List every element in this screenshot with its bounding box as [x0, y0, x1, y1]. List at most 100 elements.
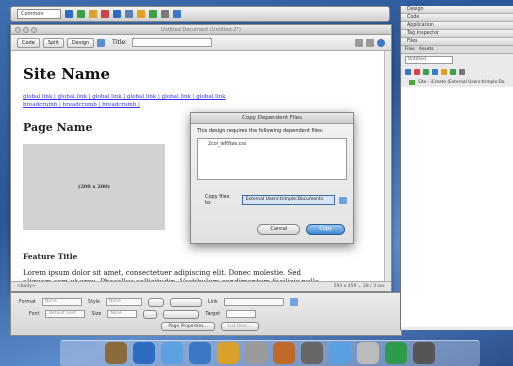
bold-italic-buttons[interactable] [147, 297, 164, 307]
dashboard-app-icon[interactable] [133, 342, 155, 364]
document-scrollbar[interactable] [384, 51, 391, 281]
font-select[interactable]: Default Font [45, 310, 86, 318]
global-nav-links[interactable]: global link | global link | global link … [23, 93, 323, 109]
text-color-swatch[interactable] [143, 309, 158, 319]
iphoto-app-icon[interactable] [273, 342, 295, 364]
refresh-files-icon[interactable] [414, 69, 420, 75]
named-anchor-icon[interactable] [89, 10, 97, 18]
style-label: Style [87, 299, 100, 305]
image-placeholder[interactable]: (200 x 200) [23, 144, 165, 230]
dreamweaver-app-icon[interactable] [385, 342, 407, 364]
site-root-item[interactable]: Site - iCreate (External Users:trimple:D… [401, 80, 513, 85]
insert-category-select[interactable]: Common [17, 9, 61, 19]
tab-files[interactable]: Files [405, 46, 415, 53]
image-icon[interactable] [125, 10, 133, 18]
trash-icon[interactable] [413, 342, 435, 364]
point-to-file-icon[interactable] [289, 298, 298, 306]
feature-title-heading: Feature Title [23, 252, 78, 261]
browse-folder-icon[interactable] [339, 196, 347, 204]
tab-assets[interactable]: Assets [419, 46, 434, 53]
get-files-icon[interactable] [423, 69, 429, 75]
hyperlink-icon[interactable] [65, 10, 73, 18]
link-label: Link [207, 299, 218, 305]
dialog-title: Copy Dependent Files [191, 113, 353, 124]
breadcrumb-links-line[interactable]: breadcrumb | breadcrumb | breadcrumb | [23, 101, 323, 109]
zoom-window-button[interactable] [31, 27, 37, 33]
list-item-button[interactable]: List Item... [220, 321, 259, 331]
dependent-file-item[interactable]: 2col_leftNav.css [208, 142, 336, 147]
page-properties-button[interactable]: Page Properties... [161, 321, 215, 331]
format-select[interactable]: None [41, 298, 82, 306]
image-placeholder-label: (200 x 200) [77, 184, 111, 190]
dialog-message: This design requires the following depen… [197, 128, 324, 134]
safari-app-icon[interactable] [189, 342, 211, 364]
window-size-readout: 593 x 459 ⌄ 28 / 3 sec [333, 284, 385, 289]
files-tree[interactable] [401, 87, 513, 327]
font-label: Font [29, 311, 40, 317]
put-files-icon[interactable] [432, 69, 438, 75]
panel-files[interactable]: Files [401, 38, 513, 46]
check-out-icon[interactable] [441, 69, 447, 75]
date-icon[interactable] [149, 10, 157, 18]
panel-design[interactable]: Design [401, 6, 513, 14]
size-select[interactable]: None [107, 310, 138, 318]
layer-icon[interactable] [113, 10, 121, 18]
site-folder-icon [409, 80, 415, 85]
live-view-icon[interactable] [97, 38, 106, 47]
code-view-button[interactable]: Code [17, 37, 40, 48]
check-in-icon[interactable] [450, 69, 456, 75]
system-preferences-app-icon[interactable] [357, 342, 379, 364]
preview-icon[interactable] [366, 38, 374, 47]
finder-app-icon[interactable] [105, 342, 127, 364]
props-row-2: Font Default Font Size None Target [11, 308, 401, 320]
panel-tag-inspector[interactable]: Tag Inspector [401, 30, 513, 38]
target-label: Target [205, 311, 221, 317]
address-book-app-icon[interactable] [245, 342, 267, 364]
window-controls [15, 27, 37, 33]
copy-button[interactable]: Copy [306, 224, 345, 235]
alignment-buttons[interactable] [169, 297, 202, 307]
email-link-icon[interactable] [77, 10, 85, 18]
itunes-app-icon[interactable] [329, 342, 351, 364]
template-icon[interactable] [173, 10, 181, 18]
expand-icon[interactable] [459, 69, 465, 75]
server-include-icon[interactable] [161, 10, 169, 18]
dependent-files-list[interactable]: 2col_leftNav.css [197, 138, 347, 180]
target-select[interactable] [226, 310, 257, 318]
dialog-buttons: Cancel Copy [191, 224, 345, 235]
style-select[interactable]: None [105, 298, 142, 306]
property-inspector: Format None Style None Link Font Default… [10, 292, 402, 336]
site-select[interactable]: Untitled [405, 56, 453, 64]
title-input[interactable] [132, 38, 213, 47]
file-management-icon[interactable] [355, 38, 363, 47]
cancel-button[interactable]: Cancel [257, 224, 301, 235]
design-view-button[interactable]: Design [66, 37, 95, 48]
media-icon[interactable] [137, 10, 145, 18]
site-name-heading: Site Name [23, 65, 111, 83]
title-label: Title: [112, 39, 128, 46]
macos-dock [60, 340, 480, 366]
panel-code[interactable]: Code [401, 14, 513, 22]
minimize-window-button[interactable] [23, 27, 29, 33]
files-toolbar [401, 66, 513, 78]
global-links-line[interactable]: global link | global link | global link … [23, 93, 323, 101]
connect-icon[interactable] [405, 69, 411, 75]
close-window-button[interactable] [15, 27, 21, 33]
copy-files-to-label: Copy files to: [205, 194, 230, 206]
document-titlebar: Untitled Document (Untitled-2*) [11, 25, 391, 35]
mail-app-icon[interactable] [161, 342, 183, 364]
refresh-icon[interactable] [377, 38, 385, 47]
panel-application[interactable]: Application [401, 22, 513, 30]
insert-bar: Common [10, 6, 390, 22]
list-indent-buttons[interactable] [163, 309, 200, 319]
link-input[interactable] [223, 298, 284, 306]
copy-files-to-field[interactable]: External Users:trimple:Documents [241, 195, 336, 205]
copy-dependent-files-dialog: Copy Dependent Files This design require… [190, 112, 354, 244]
imovie-app-icon[interactable] [301, 342, 323, 364]
split-view-button[interactable]: Split [42, 37, 64, 48]
ichat-app-icon[interactable] [217, 342, 239, 364]
tag-selector[interactable]: <body> [17, 284, 36, 289]
document-toolbar: Code Split Design Title: [11, 35, 391, 51]
site-root-label: Site - iCreate (External Users:trimple:D… [418, 80, 505, 85]
table-icon[interactable] [101, 10, 109, 18]
